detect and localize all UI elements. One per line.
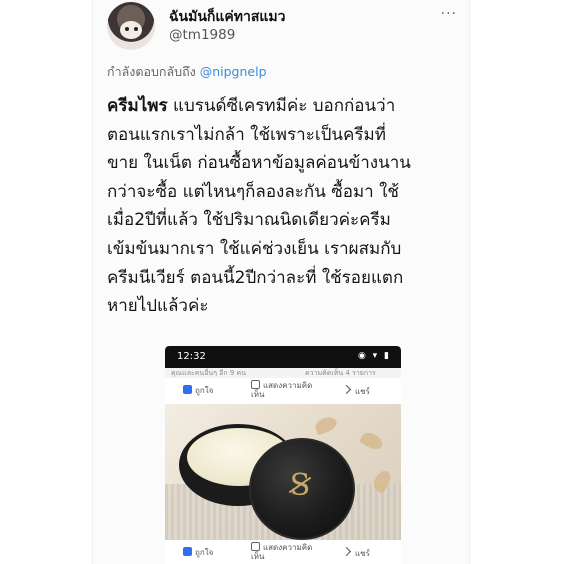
tweet-text: ครีมไพร แบรนด์ซีเครทมีค่ะ บอกก่อนว่า ตอน… [107,92,463,321]
thumbs-up-icon [183,385,192,394]
cat-face [120,21,142,39]
tweet-line: ครีมไพร แบรนด์ซีเครทมีค่ะ บอกก่อนว่า [107,96,396,116]
tweet-line: หายไปแล้วค่ะ [107,296,209,317]
tweet-card: ฉันมันก็แค่ทาสแมว @tm1989 ··· กำลังตอบกล… [92,0,470,564]
avatar[interactable] [107,2,155,50]
comment-button[interactable]: แสดงความคิด เห็น [251,542,313,561]
product-photo: S [165,404,401,540]
share-button[interactable]: แชร์ [341,546,370,560]
comment-icon [251,380,260,389]
brand-logo: S [283,462,317,510]
replying-to: กำลังตอบกลับถึง @nipgnelp [107,62,267,82]
replying-to-label: กำลังตอบกลับถึง [107,64,200,79]
thumbs-up-icon [183,547,192,556]
phone-status-bar: 12:32 ◉ ▾ ▮ [165,346,401,368]
action-bar-bottom: ถูกใจ แสดงความคิด เห็น แชร์ [165,540,401,564]
status-icons: ◉ ▾ ▮ [357,351,391,361]
attached-screenshot[interactable]: 12:32 ◉ ▾ ▮ คุณและคนอื่นๆ อีก 9 คน ความค… [165,346,401,564]
user-handle[interactable]: @tm1989 [169,27,235,43]
action-bar-top: ถูกใจ แสดงความคิด เห็น แชร์ [165,378,401,404]
mention-link[interactable]: @nipgnelp [200,64,267,79]
tweet-line: ตอนแรกเราไม่กล้า ใช้เพราะเป็นครีมที่ [107,124,386,145]
share-button[interactable]: แชร์ [341,384,370,398]
display-name[interactable]: ฉันมันก็แค่ทาสแมว [169,6,286,28]
tweet-line: เมื่อ2ปีที่แล้ว ใช้ปริมาณนิดเดียวค่ะครีม [107,210,391,231]
like-button[interactable]: ถูกใจ [183,384,213,397]
share-icon [341,546,352,557]
comment-icon [251,542,260,551]
tweet-line: ขาย ในเน็ต ก่อนซื้อหาข้อมูลค่อนข้างนาน [107,153,411,174]
tweet-line: ครีมนีเวียร์ ตอนนี้2ปีกว่าละที่ ใช้รอยแต… [107,267,404,288]
share-icon [341,384,352,395]
tweet-line: กว่าจะซื้อ แต่ไหนๆก็ลองละกัน ซื้อมา ใช้ [107,181,399,202]
brand-name: ครีมไพร [107,96,168,116]
tweet-line: เข้มข้นมากเรา ใช้แค่ช่วงเย็น เราผสมกับ [107,238,402,259]
like-button[interactable]: ถูกใจ [183,546,213,559]
comment-button[interactable]: แสดงความคิด เห็น [251,380,313,399]
ellipsis-icon[interactable]: ··· [441,6,457,22]
status-time: 12:32 [177,351,206,362]
